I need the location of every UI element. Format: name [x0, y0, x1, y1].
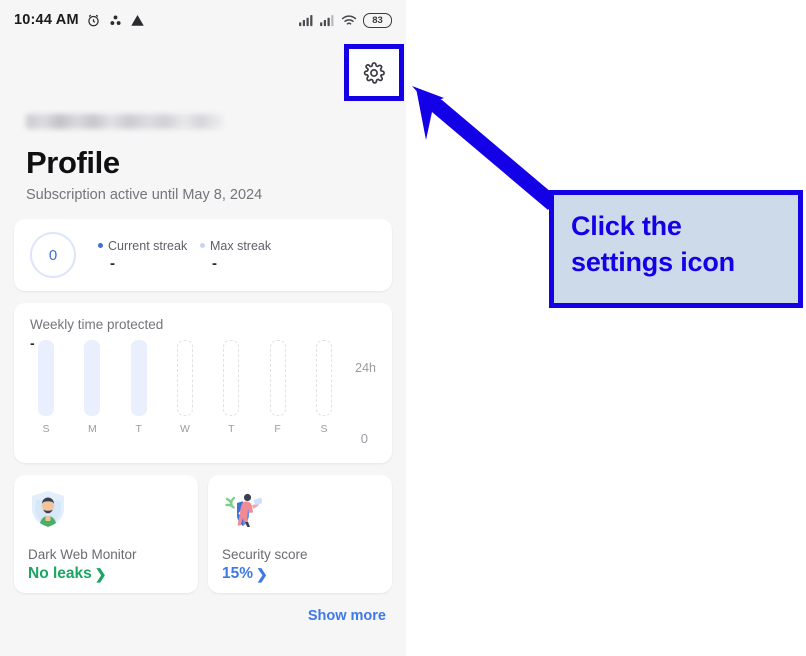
gear-icon: [363, 61, 385, 84]
bar-column: W: [176, 340, 193, 435]
show-more-link[interactable]: Show more: [0, 608, 386, 624]
bar: [269, 340, 286, 416]
annotation-line-2: settings icon: [571, 246, 735, 277]
annotation-line-1: Click the: [571, 211, 682, 241]
page-title: Profile: [26, 145, 120, 180]
legend-dot: [200, 243, 205, 248]
signal-bars-icon: [299, 14, 313, 26]
chevron-right-icon: ❯: [94, 565, 107, 582]
bar: [315, 340, 332, 416]
legend-item: Max streak -: [200, 239, 302, 272]
chart-title: Weekly time protected: [30, 317, 164, 332]
bar-column: T: [130, 340, 147, 435]
mini-card-title: Security score: [222, 547, 308, 562]
y-axis-min-label: 0: [360, 431, 368, 446]
streak-ring-value: 0: [48, 246, 58, 264]
legend-header: Current streak: [98, 239, 200, 253]
bar-label: S: [320, 423, 328, 435]
status-bar: 10:44 AM 83: [0, 0, 406, 40]
legend-item: Current streak -: [98, 239, 200, 272]
security-score-link[interactable]: 15% ❯: [222, 565, 380, 583]
streak-card[interactable]: 0 Current streak - Max streak -: [14, 219, 392, 291]
mini-card-title: Dark Web Monitor: [28, 547, 137, 562]
bar-column: S: [38, 340, 54, 435]
top-toolbar: [0, 40, 406, 104]
dots-cluster-icon: [110, 14, 121, 25]
legend-label: Max streak: [210, 238, 272, 253]
y-axis-max-label: 24h: [355, 361, 376, 375]
legend-header: Max streak: [200, 239, 302, 253]
bar: [130, 340, 147, 416]
legend-dot: [98, 243, 103, 248]
bar-label: W: [180, 423, 190, 435]
phone-screenshot: 10:44 AM 83 Profile Subscription active …: [0, 0, 406, 656]
bar-label: S: [42, 423, 50, 435]
bar-label: F: [274, 423, 281, 435]
alarm-clock-icon: [87, 14, 99, 26]
bar-column: M: [84, 340, 101, 435]
dark-web-monitor-link[interactable]: No leaks ❯: [28, 565, 186, 583]
streak-ring: 0: [30, 232, 76, 278]
legend-label: Current streak: [108, 238, 188, 253]
security-score-card[interactable]: Security score 15% ❯: [208, 475, 392, 593]
bar-column: F: [269, 340, 286, 435]
bar-label: T: [135, 423, 142, 435]
mini-card-link-text: 15%: [222, 565, 254, 582]
bar: [38, 340, 54, 416]
bar-chart: SMTWTFS: [38, 340, 332, 435]
status-bar-right: 83: [299, 12, 392, 28]
status-bar-left: 10:44 AM: [14, 12, 145, 28]
settings-button[interactable]: [344, 44, 404, 101]
signal-bars-icon: [320, 14, 334, 26]
legend-value: -: [212, 254, 217, 272]
subscription-status: Subscription active until May 8, 2024: [26, 187, 263, 203]
mini-card-row: Dark Web Monitor No leaks ❯ Security sco: [14, 475, 392, 593]
shield-chart-person-icon: [225, 493, 263, 527]
battery-indicator: 83: [363, 12, 392, 28]
warning-triangle-icon: [130, 14, 144, 26]
mini-card-link-text: No leaks: [28, 565, 92, 582]
weekly-time-protected-card[interactable]: Weekly time protected - SMTWTFS 24h 0: [14, 303, 392, 463]
chevron-right-icon: ❯: [256, 565, 268, 582]
bar-column: T: [223, 340, 240, 435]
bar-label: M: [87, 423, 97, 435]
bar-column: S: [315, 340, 332, 435]
dark-web-monitor-card[interactable]: Dark Web Monitor No leaks ❯: [14, 475, 198, 593]
annotation-callout: Click the settings icon: [549, 190, 803, 308]
bar: [176, 340, 193, 416]
wifi-icon: [341, 14, 357, 25]
account-email-redacted: [26, 114, 224, 129]
bar: [223, 340, 240, 416]
status-bar-clock: 10:44 AM: [14, 12, 79, 28]
streak-legend: Current streak - Max streak -: [98, 239, 302, 272]
legend-value: -: [110, 254, 115, 272]
bar-label: T: [228, 423, 235, 435]
shield-person-icon: [32, 491, 64, 527]
battery-level: 83: [372, 14, 383, 26]
bar: [84, 340, 101, 416]
